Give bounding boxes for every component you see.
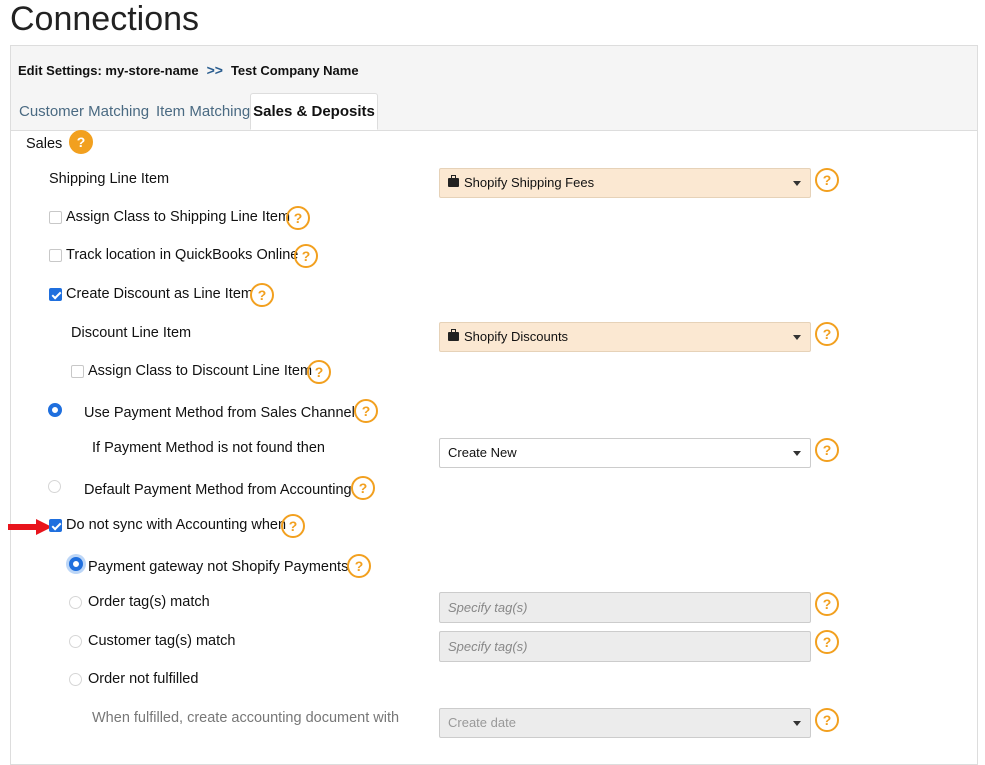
assign-class-discount-checkbox[interactable] [71,365,84,378]
breadcrumb: Edit Settings: my-store-name >> Test Com… [18,62,359,78]
when-fulfilled-select[interactable]: Create date [439,708,811,738]
help-icon[interactable]: ? [281,514,305,538]
caret-down-icon [793,181,801,186]
payment-method-channel-label: Use Payment Method from Sales Channel [84,405,355,421]
payment-method-default-label: Default Payment Method from Accounting [84,482,352,498]
breadcrumb-store: Edit Settings: my-store-name [18,62,199,78]
page-title: Connections [10,0,200,38]
discount-line-item-label: Discount Line Item [71,325,192,341]
help-icon[interactable]: ? [250,283,274,307]
when-fulfilled-value: Create date [448,715,516,730]
order-not-fulfilled-radio[interactable] [69,673,82,686]
help-icon[interactable]: ? [307,360,331,384]
order-tags-input[interactable]: Specify tag(s) [439,592,811,623]
caret-down-icon [793,335,801,340]
payment-not-found-select[interactable]: Create New [439,438,811,468]
discount-line-item-value: Shopify Discounts [464,329,569,344]
discount-line-item-select[interactable]: Shopify Discounts [439,322,811,352]
help-icon[interactable]: ? [351,476,375,500]
gateway-not-shopify-radio[interactable] [69,557,83,571]
when-fulfilled-label: When fulfilled, create accounting docume… [92,710,400,726]
do-not-sync-label: Do not sync with Accounting when [66,517,287,533]
payment-not-found-value: Create New [448,445,517,460]
pointer-arrow-icon [8,519,52,535]
caret-down-icon [793,451,801,456]
payment-method-default-radio[interactable] [48,480,61,493]
shipping-line-item-label: Shipping Line Item [49,171,170,187]
section-title-sales: Sales [26,136,63,152]
help-icon[interactable]: ? [815,322,839,346]
caret-down-icon [793,721,801,726]
help-icon[interactable]: ? [815,168,839,192]
do-not-sync-checkbox[interactable] [49,519,62,532]
help-icon[interactable]: ? [294,244,318,268]
assign-class-shipping-checkbox[interactable] [49,211,62,224]
shipping-line-item-value: Shopify Shipping Fees [464,175,595,190]
help-icon[interactable]: ? [815,708,839,732]
payment-not-found-label: If Payment Method is not found then [92,440,325,456]
help-icon[interactable]: ? [815,592,839,616]
customer-tags-radio[interactable] [69,635,82,648]
assign-class-discount-label: Assign Class to Discount Line Item [88,363,313,379]
order-tags-label: Order tag(s) match [88,594,210,610]
briefcase-icon [448,175,459,187]
help-icon[interactable]: ? [354,399,378,423]
track-location-label: Track location in QuickBooks Online [66,247,299,263]
help-icon[interactable]: ? [69,130,93,154]
help-icon[interactable]: ? [815,438,839,462]
customer-tags-input[interactable]: Specify tag(s) [439,631,811,662]
order-not-fulfilled-label: Order not fulfilled [88,671,199,687]
breadcrumb-company[interactable]: Test Company Name [231,63,359,78]
track-location-checkbox[interactable] [49,249,62,262]
order-tags-radio[interactable] [69,596,82,609]
help-icon[interactable]: ? [347,554,371,578]
help-icon[interactable]: ? [286,206,310,230]
tab-sales-deposits[interactable]: Sales & Deposits [250,93,378,130]
breadcrumb-separator-icon: >> [206,62,223,78]
help-icon[interactable]: ? [815,630,839,654]
assign-class-shipping-label: Assign Class to Shipping Line Item [66,209,291,225]
briefcase-icon [448,329,459,341]
shipping-line-item-select[interactable]: Shopify Shipping Fees [439,168,811,198]
create-discount-checkbox[interactable] [49,288,62,301]
customer-tags-label: Customer tag(s) match [88,633,236,649]
tab-customer-matching[interactable]: Customer Matching [19,94,149,129]
create-discount-label: Create Discount as Line Item [66,286,253,302]
payment-method-channel-radio[interactable] [48,403,62,417]
tab-item-matching[interactable]: Item Matching [156,94,250,129]
gateway-not-shopify-label: Payment gateway not Shopify Payments [88,559,349,575]
